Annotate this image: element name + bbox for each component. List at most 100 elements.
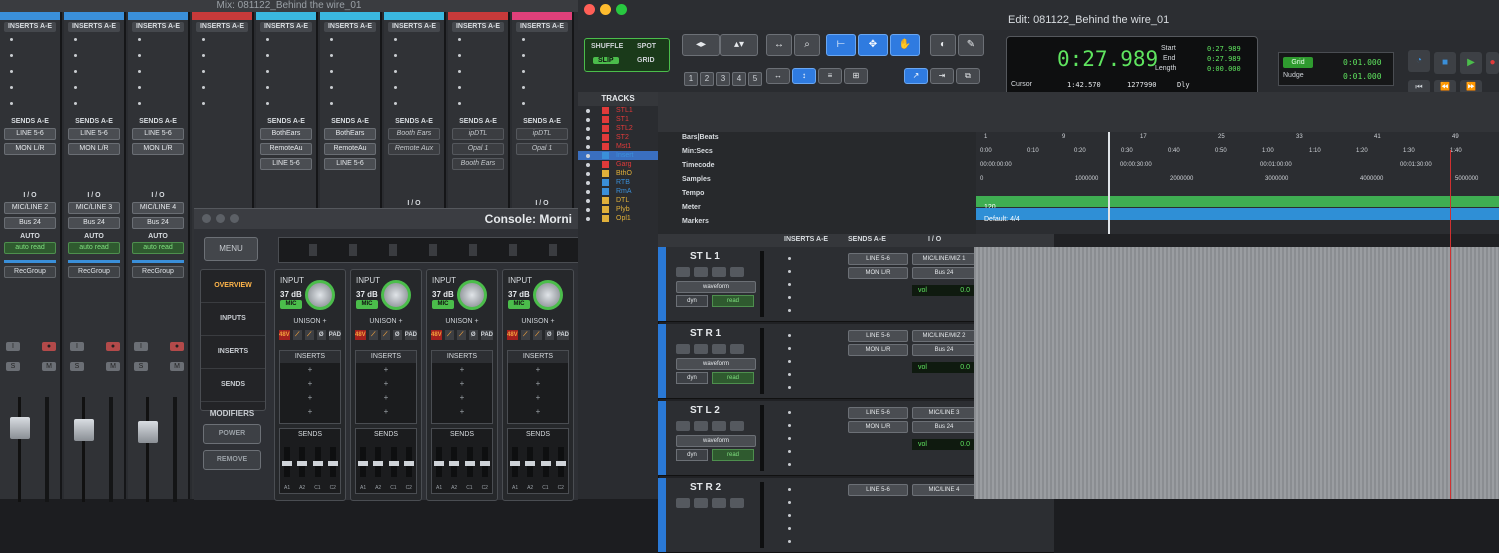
track-view-selector[interactable]: waveform <box>676 358 756 370</box>
send-slot[interactable]: ipDTL <box>516 128 568 140</box>
send-slot[interactable]: MON L/R <box>848 344 908 356</box>
mic-indicator[interactable]: MIC <box>508 300 530 309</box>
insert-slots[interactable] <box>10 38 60 105</box>
window-minimize-icon[interactable] <box>600 4 611 15</box>
track-list-item[interactable]: Plyb <box>578 205 658 214</box>
automation-mode[interactable]: auto read <box>132 242 184 254</box>
mic-indicator[interactable]: MIC <box>356 300 378 309</box>
grid-mode[interactable]: GRID <box>637 57 655 64</box>
send-slot[interactable]: LINE 5-6 <box>4 128 56 140</box>
send-slot[interactable]: LINE 5-6 <box>324 158 376 170</box>
add-insert-icon[interactable]: + <box>280 377 340 391</box>
gain-knob[interactable] <box>533 280 563 310</box>
track-insert-slots[interactable] <box>782 401 842 475</box>
send-slot[interactable]: Opal 1 <box>516 143 568 155</box>
volume-fader[interactable] <box>138 421 158 443</box>
playhead-marker[interactable] <box>1108 132 1110 234</box>
insert-slots[interactable] <box>394 38 444 105</box>
send-slot[interactable]: RemoteAu <box>260 143 312 155</box>
pencil-tool-icon[interactable]: ✎ <box>958 34 984 56</box>
ruler-label[interactable]: Min:Secs <box>658 148 973 155</box>
send-slot[interactable]: MON L/R <box>848 421 908 433</box>
solo-button[interactable] <box>712 421 726 431</box>
automation-mode[interactable]: auto read <box>4 242 56 254</box>
dynamic-toggle[interactable]: dyn <box>676 295 708 307</box>
output-selector[interactable]: Bus 24 <box>4 217 56 229</box>
input-monitor-button[interactable] <box>694 267 708 277</box>
end-value[interactable]: 0:27.989 <box>1207 55 1241 63</box>
track-list-item[interactable]: DTL <box>578 196 658 205</box>
input-selector[interactable]: MIC/LINE 2 <box>4 202 56 214</box>
tempo-ruler-bar[interactable]: 120 <box>976 196 1499 211</box>
add-insert-icon[interactable]: + <box>508 405 568 419</box>
pad-icon[interactable]: PAD <box>404 330 418 340</box>
add-insert-icon[interactable]: + <box>432 363 492 377</box>
hi-pass-icon[interactable]: ⟋ <box>520 330 530 340</box>
record-button[interactable]: ● <box>1486 52 1499 74</box>
tracks-header[interactable]: TRACKS <box>578 92 658 106</box>
track-list-item[interactable]: STL2 <box>578 124 658 133</box>
send-slot[interactable]: LINE 5-6 <box>68 128 120 140</box>
send-faders[interactable] <box>510 447 566 485</box>
menu-button[interactable]: MENU <box>204 237 258 261</box>
send-slot[interactable]: MON L/R <box>4 143 56 155</box>
input-selector[interactable]: MIC/LINE/MIZ 2 <box>912 330 976 342</box>
track-insert-slots[interactable] <box>782 247 842 321</box>
automation-mode[interactable]: read <box>712 372 754 384</box>
power-button[interactable]: POWER <box>203 424 261 444</box>
send-slot[interactable]: BothEars <box>324 128 376 140</box>
send-slot[interactable]: Booth Ears <box>452 158 504 170</box>
online-icon[interactable]: ◔ <box>1408 50 1430 72</box>
unison-label[interactable]: UNISON + <box>351 318 421 325</box>
send-slot[interactable]: MON L/R <box>68 143 120 155</box>
add-insert-icon[interactable]: + <box>432 377 492 391</box>
mic-indicator[interactable]: MIC <box>280 300 302 309</box>
input-selector[interactable]: MIC/LINE 3 <box>68 202 120 214</box>
scrubber-tool-icon[interactable]: ◐ <box>930 34 956 56</box>
zoom-preset-4[interactable]: 4 <box>732 72 746 86</box>
send-slot[interactable]: LINE 5-6 <box>848 407 908 419</box>
mute-button[interactable] <box>730 344 744 354</box>
nav-overview[interactable]: OVERVIEW <box>201 270 265 303</box>
tab-to-transients-icon[interactable]: ↕ <box>792 68 816 84</box>
start-value[interactable]: 0:27.989 <box>1207 45 1241 53</box>
hi-pass-icon[interactable]: ⟋ <box>368 330 378 340</box>
dynamic-toggle[interactable]: dyn <box>676 372 708 384</box>
grid-value[interactable]: 0:01.000 <box>1343 58 1382 67</box>
inserts-header[interactable]: INSERTS A-E <box>388 22 440 32</box>
input-selector[interactable]: MIC/LINE/MIZ 1 <box>912 253 976 265</box>
keyboard-focus-icon[interactable]: ⊞ <box>844 68 868 84</box>
record-enable-button[interactable]: ● <box>106 342 120 351</box>
low-cut-icon[interactable]: ⟋ <box>456 330 466 340</box>
group-selector[interactable]: RecGroup <box>132 266 184 278</box>
phase-icon[interactable]: Ø <box>544 330 554 340</box>
hi-pass-icon[interactable]: ⟋ <box>444 330 454 340</box>
gain-knob[interactable] <box>305 280 335 310</box>
zoom-horizontal-button[interactable]: ◂▸ <box>682 34 720 56</box>
track-list-item[interactable]: Mst1 <box>578 142 658 151</box>
phantom-power-icon[interactable]: 48V <box>431 330 442 340</box>
track-name[interactable]: ST L 1 <box>690 251 720 262</box>
track-list-item[interactable]: ST2 <box>578 133 658 142</box>
track-name[interactable]: ST R 2 <box>690 482 721 493</box>
pad-icon[interactable]: PAD <box>556 330 570 340</box>
send-slot[interactable]: LINE 5-6 <box>848 330 908 342</box>
window-close-icon[interactable] <box>202 214 211 223</box>
zoom-preset-3[interactable]: 3 <box>716 72 730 86</box>
input-selector[interactable]: MIC/LINE 3 <box>912 407 976 419</box>
pad-icon[interactable]: PAD <box>480 330 494 340</box>
phantom-power-icon[interactable]: 48V <box>279 330 290 340</box>
inserts-header[interactable]: INSERTS A-E <box>196 22 248 32</box>
add-insert-icon[interactable]: + <box>432 391 492 405</box>
phase-icon[interactable]: Ø <box>468 330 478 340</box>
main-counter[interactable]: 0:27.989 Start End Length 0:27.989 0:27.… <box>1006 36 1258 96</box>
trim-tool-icon[interactable]: ⊢ <box>826 34 856 56</box>
insert-slots[interactable] <box>330 38 380 105</box>
track-insert-slots[interactable] <box>782 478 842 552</box>
ruler-label[interactable]: Tempo <box>658 190 973 197</box>
inserts-header[interactable]: INSERTS A-E <box>516 22 568 32</box>
output-selector[interactable]: Bus 24 <box>912 421 976 433</box>
spot-mode[interactable]: SPOT <box>637 43 656 50</box>
record-enable-button[interactable] <box>676 344 690 354</box>
send-slot[interactable]: ipDTL <box>452 128 504 140</box>
